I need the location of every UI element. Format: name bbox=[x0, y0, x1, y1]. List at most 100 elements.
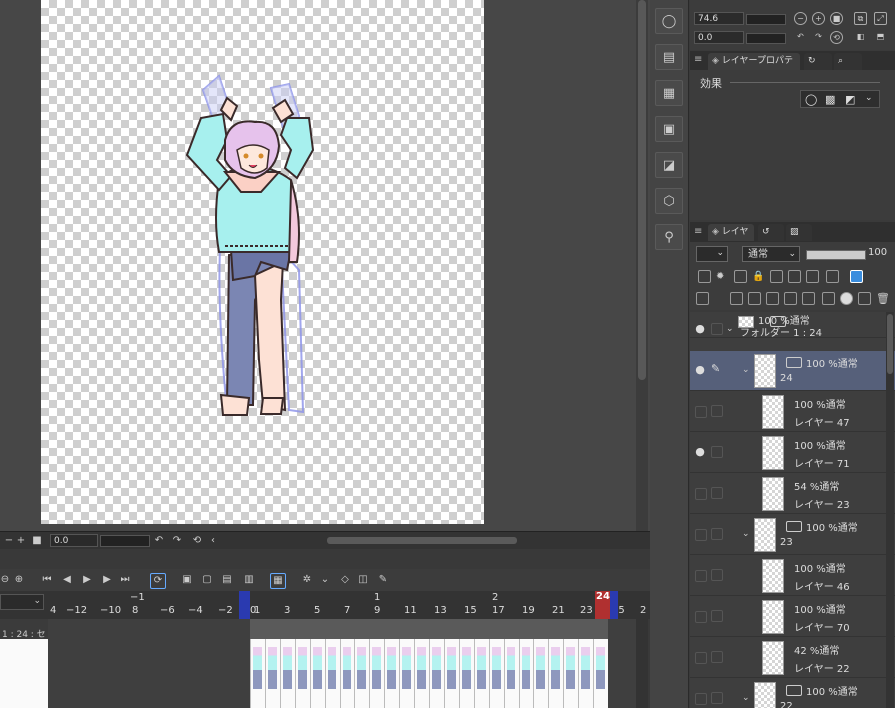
frame-cel[interactable] bbox=[596, 647, 605, 689]
edit-lock-toggle[interactable] bbox=[711, 487, 723, 499]
light-table-icon[interactable]: ◫ bbox=[356, 573, 370, 587]
layer-panel-menu-icon[interactable] bbox=[696, 292, 709, 305]
frame-cel[interactable] bbox=[387, 647, 397, 689]
frame-cel[interactable] bbox=[521, 647, 531, 689]
chevron-down-icon[interactable]: ⌄ bbox=[742, 693, 750, 703]
navigator-icon[interactable]: ◯ bbox=[655, 8, 683, 34]
visibility-eye-icon[interactable] bbox=[695, 652, 707, 664]
material-icon[interactable]: ▦ bbox=[655, 80, 683, 106]
layer-folder-row[interactable]: ⌄ 100 %通常 23 bbox=[690, 515, 895, 555]
layer-row[interactable]: 100 %通常 レイヤー 47 bbox=[690, 392, 895, 432]
playback-start-marker[interactable] bbox=[239, 591, 250, 619]
new-folder-icon[interactable] bbox=[766, 292, 779, 305]
cel-list-icon[interactable]: ▥ bbox=[242, 573, 256, 587]
edit-lock-toggle[interactable] bbox=[711, 569, 723, 581]
3d-icon[interactable]: ⬡ bbox=[655, 188, 683, 214]
zoom-in-icon[interactable]: + bbox=[812, 12, 825, 25]
zoom-slider[interactable] bbox=[746, 14, 786, 25]
frame-cel[interactable] bbox=[327, 647, 337, 689]
edit-lock-toggle[interactable]: ✎ bbox=[711, 363, 721, 374]
lock-transparency-icon[interactable] bbox=[770, 270, 783, 283]
visibility-eye-icon[interactable]: ● bbox=[693, 322, 707, 336]
layer-color-icon[interactable]: ◩ bbox=[845, 93, 855, 106]
timeline-vertical-scrollbar[interactable] bbox=[636, 619, 648, 708]
edit-lock-toggle[interactable] bbox=[711, 651, 723, 663]
layer-search-icon[interactable]: ▣ bbox=[655, 116, 683, 142]
layer-row[interactable]: ● 100 %通常 レイヤー 71 bbox=[690, 433, 895, 473]
frame-cel[interactable] bbox=[417, 647, 426, 689]
frame-cel[interactable] bbox=[461, 647, 471, 689]
canvas-vertical-scroll-thumb[interactable] bbox=[638, 0, 646, 380]
layer-row[interactable]: 42 %通常 レイヤー 22 bbox=[690, 638, 895, 678]
canvas-angle-slider[interactable] bbox=[100, 535, 150, 547]
frame-cel[interactable] bbox=[402, 647, 412, 689]
scroll-left-icon[interactable]: ‹ bbox=[206, 534, 220, 548]
layer-color-dropdown[interactable]: ⌄ bbox=[696, 246, 728, 262]
prev-frame-icon[interactable]: ◀ bbox=[60, 573, 74, 587]
menu-icon[interactable]: ≡ bbox=[694, 54, 702, 65]
layer-row[interactable]: 100 %通常 レイヤー 70 bbox=[690, 597, 895, 637]
layer-folder-row[interactable]: ● ⌄ 100 %通常 フォルダー 1 : 24 bbox=[690, 312, 895, 339]
chevron-down-icon[interactable]: ⌄ bbox=[742, 529, 750, 539]
fit-to-window-icon[interactable]: ⤢ bbox=[874, 12, 887, 25]
visibility-eye-icon[interactable]: ● bbox=[693, 445, 707, 459]
onion-skin-icon[interactable]: ▦ bbox=[270, 573, 286, 589]
camera-icon[interactable]: ✲ bbox=[300, 573, 314, 587]
frame-cel[interactable] bbox=[581, 647, 591, 689]
fit-icon[interactable]: ■ bbox=[830, 12, 843, 25]
frame-cel[interactable] bbox=[312, 647, 322, 689]
playback-end-marker[interactable] bbox=[610, 591, 618, 619]
tab-layer-property[interactable]: ◈ レイヤープロパティ bbox=[708, 53, 800, 83]
tab-tool-property[interactable]: ↻ bbox=[804, 53, 832, 70]
visibility-eye-icon[interactable] bbox=[695, 611, 707, 623]
frame-cel[interactable] bbox=[342, 647, 352, 689]
tab-brush-size[interactable]: ⌕ bbox=[834, 53, 862, 70]
frame-cel[interactable] bbox=[297, 647, 307, 689]
frame-cel[interactable] bbox=[432, 647, 441, 689]
layer-list[interactable]: ● ⌄ 100 %通常 フォルダー 1 : 24 ● ✎ ⌄ 100 %通常 24 100 %通常… bbox=[690, 312, 895, 708]
layer-list-scroll-thumb[interactable] bbox=[887, 314, 893, 374]
chevron-down-icon[interactable]: ⌄ bbox=[726, 324, 734, 334]
zoom-out-icon[interactable]: ⊖ bbox=[0, 573, 12, 587]
palette-color-icon[interactable] bbox=[826, 270, 839, 283]
drawing-canvas[interactable] bbox=[41, 0, 484, 524]
chevron-down-icon[interactable]: ⌄ bbox=[865, 93, 873, 103]
tone-effect-icon[interactable]: ▩ bbox=[825, 93, 835, 106]
canvas-horizontal-scroll-thumb[interactable] bbox=[327, 537, 517, 544]
frame-cel[interactable] bbox=[506, 647, 516, 689]
edit-lock-toggle[interactable] bbox=[711, 610, 723, 622]
timeline-ruler[interactable]: ⌄ −1 1 2 4 −12 −10 8 −6 −4 −2 0 1 3 5 7 9 11 13 15 17 19 21 2… bbox=[0, 591, 650, 619]
frame-cel[interactable] bbox=[357, 647, 367, 689]
tab-history[interactable]: ↺ bbox=[758, 224, 784, 241]
dropdown-chevron-icon[interactable]: ⌄ bbox=[318, 573, 332, 587]
layer-folder-row[interactable]: ⌄ 100 %通常 22 bbox=[690, 679, 895, 708]
frame-cel[interactable] bbox=[282, 647, 292, 689]
chevron-down-icon[interactable]: ⌄ bbox=[742, 365, 750, 375]
pen-icon[interactable]: ✎ bbox=[376, 573, 390, 587]
layer-row[interactable]: 54 %通常 レイヤー 23 bbox=[690, 474, 895, 514]
rotate-field[interactable]: 0.0 bbox=[694, 31, 744, 44]
frame-cel[interactable] bbox=[267, 647, 277, 689]
visibility-eye-icon[interactable] bbox=[695, 488, 707, 500]
rotate-slider[interactable] bbox=[746, 33, 786, 44]
rotate-right-icon[interactable]: ↷ bbox=[170, 534, 184, 548]
new-animation-folder-icon[interactable]: ▣ bbox=[180, 573, 194, 587]
new-vector-layer-icon[interactable] bbox=[748, 292, 761, 305]
merge-down-icon[interactable] bbox=[802, 292, 815, 305]
history-icon[interactable]: ◪ bbox=[655, 152, 683, 178]
play-icon[interactable]: ▶ bbox=[80, 573, 94, 587]
edit-lock-toggle[interactable] bbox=[711, 323, 723, 335]
frame-cel[interactable] bbox=[536, 647, 546, 689]
timeline-track-header[interactable]: 1 : 24 : セ bbox=[0, 619, 48, 708]
visibility-eye-icon[interactable] bbox=[695, 529, 707, 541]
layer-row[interactable]: 100 %通常 レイヤー 46 bbox=[690, 556, 895, 596]
trash-icon[interactable]: 🗑 bbox=[876, 292, 890, 305]
rotate-left-icon[interactable]: ↶ bbox=[152, 534, 166, 548]
mask-enable-icon[interactable] bbox=[788, 270, 801, 283]
opacity-value[interactable]: 100 bbox=[868, 247, 887, 258]
menu-icon[interactable]: ≡ bbox=[694, 226, 702, 237]
plus-icon[interactable]: + bbox=[14, 534, 28, 548]
zoom-field[interactable]: 74.6 bbox=[694, 12, 744, 25]
reset-rotation-icon[interactable]: ⟲ bbox=[830, 31, 843, 44]
opacity-slider[interactable] bbox=[806, 250, 866, 260]
